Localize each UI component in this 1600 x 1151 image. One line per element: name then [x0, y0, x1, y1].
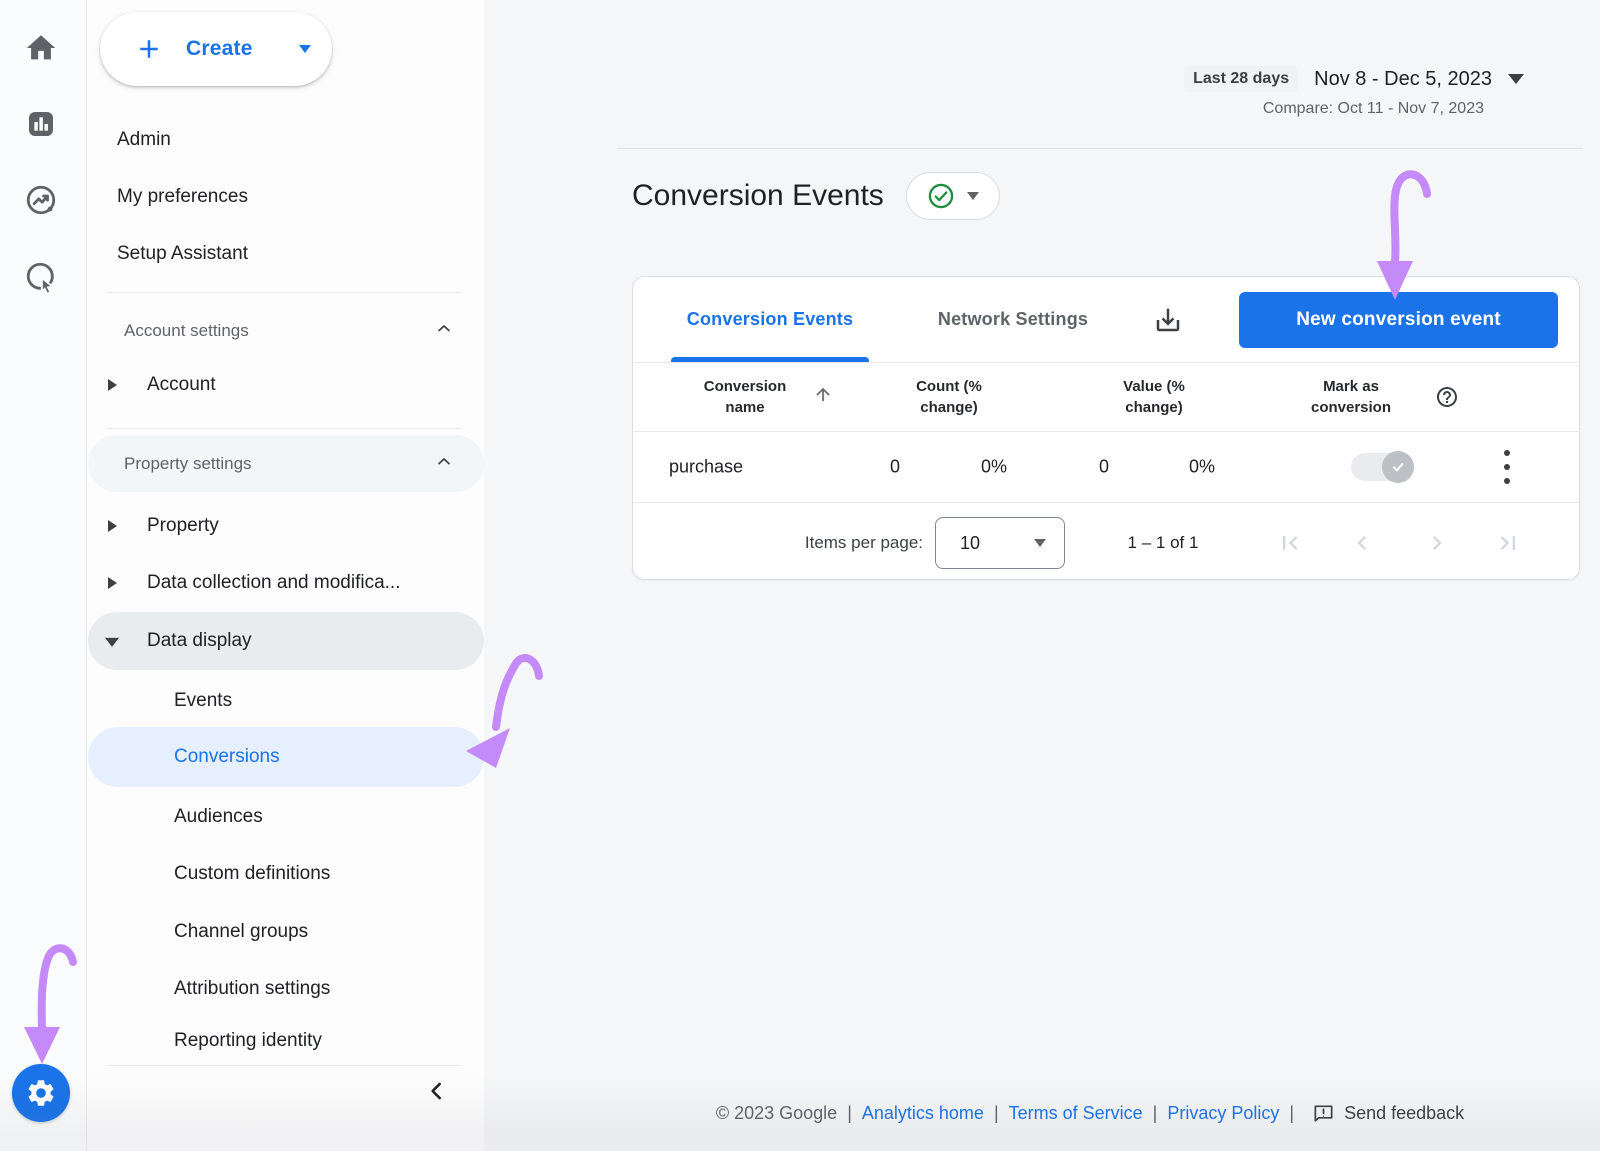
column-header-conversion-name[interactable]: Conversion name: [685, 376, 805, 418]
sidebar-item-data-collection[interactable]: Data collection and modifica...: [88, 564, 484, 602]
count-cell: 0: [845, 457, 945, 478]
separator: |: [847, 1103, 852, 1124]
sidebar-item-my-preferences[interactable]: My preferences: [88, 178, 484, 216]
mark-as-conversion-toggle[interactable]: [1351, 453, 1411, 481]
copyright-text: © 2023 Google: [716, 1103, 837, 1124]
create-label: Create: [186, 37, 253, 61]
admin-gear-button[interactable]: [12, 1064, 70, 1122]
download-button[interactable]: [1149, 301, 1187, 339]
divider: [106, 1065, 462, 1066]
privacy-policy-link[interactable]: Privacy Policy: [1167, 1103, 1279, 1124]
sidebar-item-reporting-identity[interactable]: Reporting identity: [88, 1022, 484, 1060]
last-page-button[interactable]: [1494, 529, 1522, 557]
help-icon[interactable]: [1435, 385, 1459, 409]
home-icon[interactable]: [21, 28, 61, 68]
status-dropdown[interactable]: [906, 172, 1000, 220]
annotation-arrow-new-conversion-event: [1394, 174, 1427, 261]
divider: [106, 428, 462, 429]
next-page-button[interactable]: [1423, 529, 1451, 557]
table-row: purchase 0 0% 0 0%: [633, 432, 1579, 503]
date-compare-value: Compare: Oct 11 - Nov 7, 2023: [1184, 100, 1524, 118]
analytics-home-link[interactable]: Analytics home: [862, 1103, 984, 1124]
column-header-mark-as-conversion: Mark as conversion: [1306, 376, 1396, 418]
sidebar-item-audiences[interactable]: Audiences: [88, 798, 484, 836]
separator: |: [1289, 1103, 1294, 1124]
column-header-count[interactable]: Count (% change): [909, 376, 989, 418]
sidebar-item-conversions[interactable]: Conversions: [88, 727, 484, 787]
items-per-page-label: Items per page:: [773, 533, 923, 553]
page-title: Conversion Events: [632, 179, 884, 213]
sort-ascending-icon[interactable]: [813, 385, 833, 410]
chevron-left-icon: [424, 1078, 450, 1104]
sidebar-section-account-settings[interactable]: Account settings: [88, 312, 484, 350]
chevron-up-icon: [434, 319, 454, 344]
expand-right-icon: [108, 379, 117, 391]
date-range-picker[interactable]: Last 28 days Nov 8 - Dec 5, 2023 Compare…: [1184, 66, 1524, 118]
annotation-arrow-conversions: [496, 658, 539, 727]
download-icon: [1153, 305, 1183, 335]
chevron-down-icon: [1034, 539, 1046, 547]
chevron-down-icon: [1508, 74, 1524, 84]
value-change-cell: 0%: [1152, 457, 1252, 478]
explore-icon[interactable]: [21, 180, 61, 220]
conversion-events-card: Conversion Events Network Settings New c…: [632, 276, 1580, 580]
sidebar-item-data-display[interactable]: Data display: [88, 612, 484, 670]
expand-right-icon: [108, 520, 117, 532]
admin-gear-icon: [25, 1077, 57, 1109]
date-range-badge: Last 28 days: [1184, 66, 1298, 92]
admin-sidebar: Create Admin My preferences Setup Assist…: [86, 0, 484, 1151]
first-page-button[interactable]: [1276, 529, 1304, 557]
divider: [617, 148, 1583, 149]
sidebar-item-channel-groups[interactable]: Channel groups: [88, 913, 484, 951]
terms-of-service-link[interactable]: Terms of Service: [1009, 1103, 1143, 1124]
items-per-page-select[interactable]: 10: [935, 517, 1065, 569]
count-change-cell: 0%: [944, 457, 1044, 478]
sidebar-item-setup-assistant[interactable]: Setup Assistant: [88, 235, 484, 273]
chevron-down-icon: [299, 45, 311, 53]
row-more-menu-button[interactable]: [1495, 450, 1519, 484]
sidebar-item-custom-definitions[interactable]: Custom definitions: [88, 855, 484, 893]
toggle-knob: [1382, 451, 1414, 483]
collapse-sidebar-button[interactable]: [422, 1076, 452, 1106]
column-header-value[interactable]: Value (% change): [1114, 376, 1194, 418]
expand-down-icon: [105, 638, 119, 647]
sidebar-item-account[interactable]: Account: [88, 366, 484, 404]
check-circle-icon: [927, 182, 955, 210]
send-feedback-button[interactable]: Send feedback: [1312, 1102, 1464, 1125]
feedback-icon: [1312, 1102, 1335, 1125]
advertising-icon[interactable]: [21, 257, 61, 297]
sidebar-section-property-settings[interactable]: Property settings: [88, 435, 484, 492]
separator: |: [1153, 1103, 1158, 1124]
separator: |: [994, 1103, 999, 1124]
plus-icon: [134, 34, 164, 64]
conversion-name-cell: purchase: [669, 457, 743, 478]
new-conversion-event-button[interactable]: New conversion event: [1239, 292, 1558, 348]
value-cell: 0: [1054, 457, 1154, 478]
reports-icon[interactable]: [21, 104, 61, 144]
tab-network-settings[interactable]: Network Settings: [903, 277, 1123, 362]
sidebar-item-admin[interactable]: Admin: [88, 121, 484, 159]
ga4-admin-page: Create Admin My preferences Setup Assist…: [0, 0, 1600, 1151]
page-footer: © 2023 Google | Analytics home | Terms o…: [600, 1102, 1580, 1125]
sidebar-item-attribution-settings[interactable]: Attribution settings: [88, 970, 484, 1008]
date-range-value: Nov 8 - Dec 5, 2023: [1314, 68, 1492, 91]
pagination-range: 1 – 1 of 1: [1088, 533, 1238, 553]
chevron-down-icon: [967, 192, 979, 200]
expand-right-icon: [108, 577, 117, 589]
divider: [106, 292, 462, 293]
sidebar-item-property[interactable]: Property: [88, 507, 484, 545]
previous-page-button[interactable]: [1348, 529, 1376, 557]
create-button[interactable]: Create: [100, 12, 332, 86]
chevron-up-icon: [434, 451, 454, 476]
sidebar-item-events[interactable]: Events: [88, 682, 484, 720]
tab-conversion-events[interactable]: Conversion Events: [671, 277, 869, 362]
active-tab-indicator: [671, 357, 869, 362]
app-icon-rail: [0, 0, 87, 1151]
